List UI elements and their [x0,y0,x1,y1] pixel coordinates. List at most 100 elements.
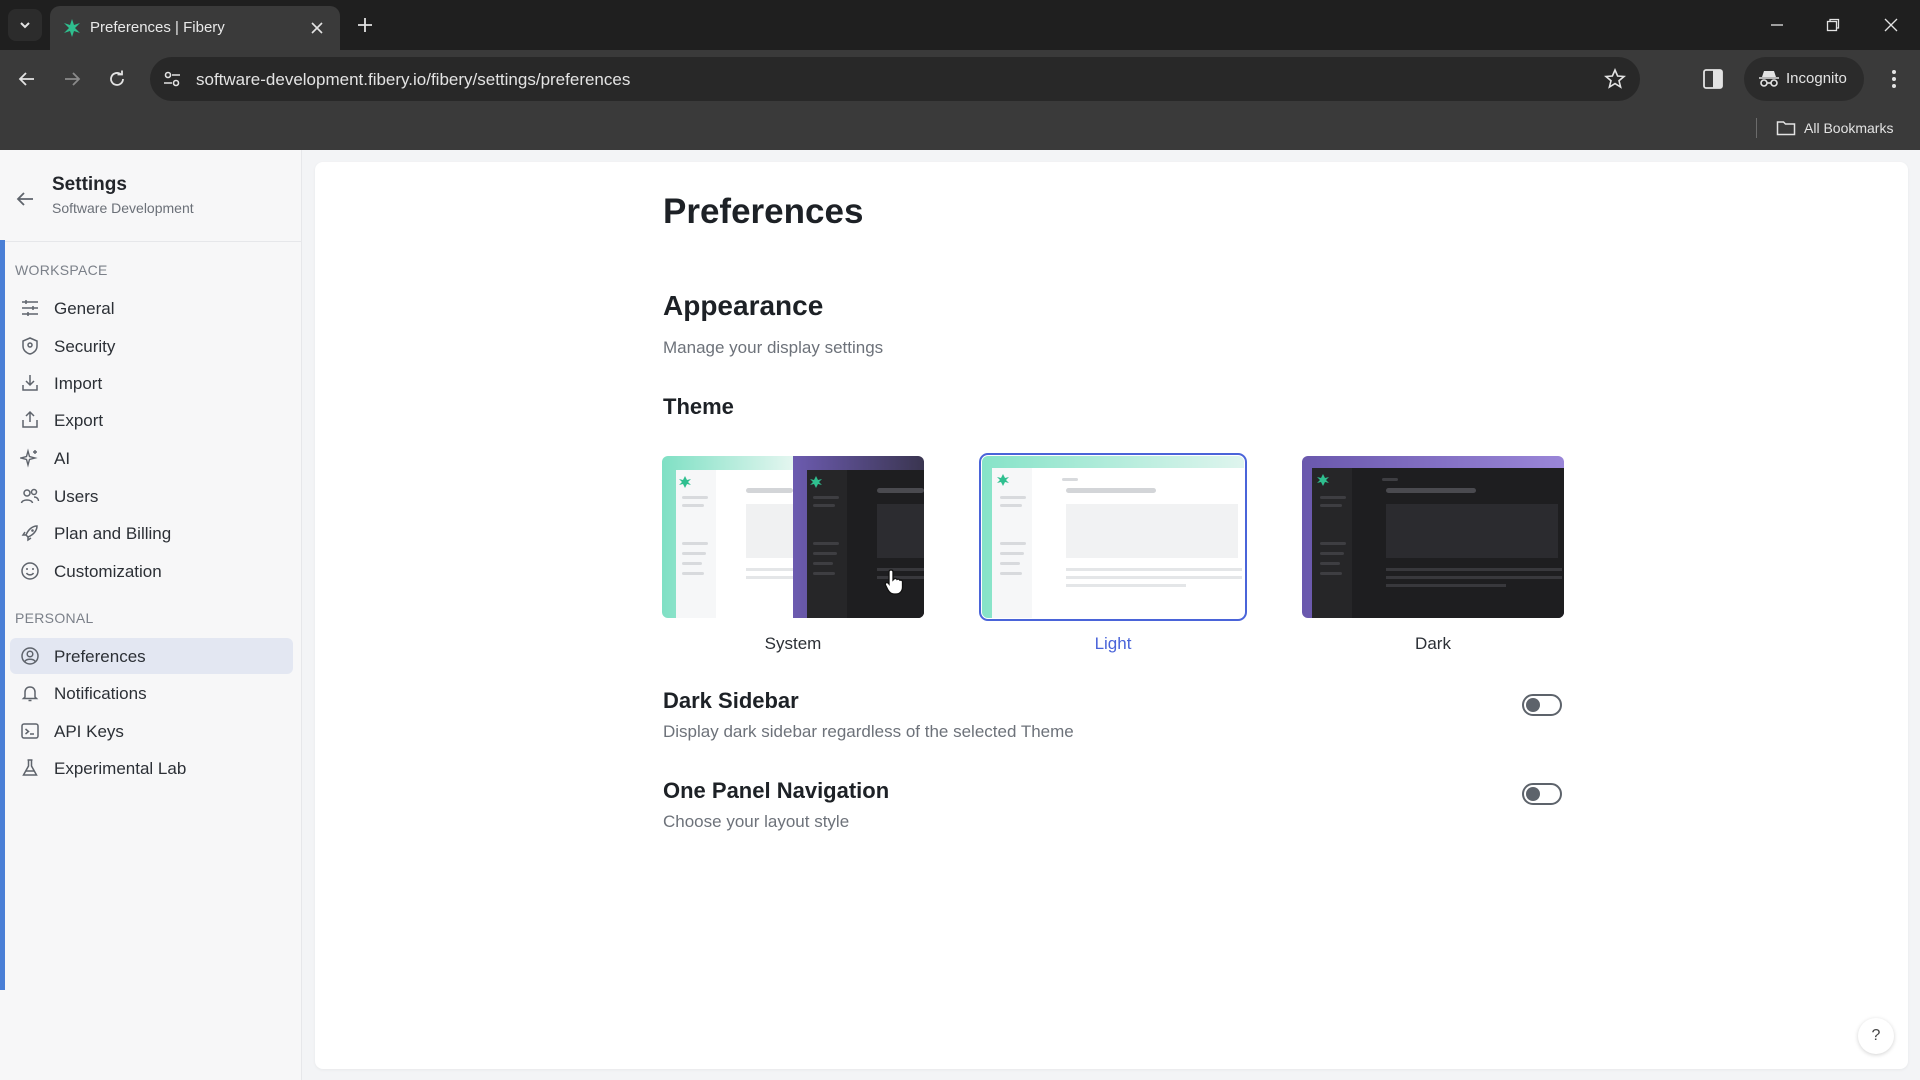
help-button[interactable]: ? [1858,1018,1894,1054]
site-settings-icon[interactable] [162,69,182,89]
browser-tab-strip: Preferences | Fibery [0,0,1920,50]
sidebar-item-label: AI [54,449,71,468]
address-bar[interactable]: software-development.fibery.io/fibery/se… [150,57,1640,101]
sidebar-item-ai[interactable]: AI [10,440,293,476]
terminal-icon [21,723,39,739]
user-circle-icon [21,647,39,665]
browser-menu-button[interactable] [1880,64,1908,94]
all-bookmarks-button[interactable]: All Bookmarks [1776,116,1893,140]
sidebar-item-plan-and-billing[interactable]: Plan and Billing [10,515,293,551]
dark-sidebar-toggle[interactable] [1522,694,1562,716]
back-button[interactable] [12,64,42,94]
minimize-button[interactable] [1762,10,1792,40]
minimize-icon [1771,24,1783,26]
reload-icon [110,70,124,86]
sidebar-item-preferences[interactable]: Preferences [10,638,293,674]
incognito-icon [1759,71,1779,87]
sidebar-item-api-keys[interactable]: API Keys [10,713,293,749]
import-icon [22,375,38,391]
smiley-icon [21,562,39,580]
sidebar-item-general[interactable]: General [10,290,293,326]
theme-heading: Theme [663,394,734,419]
sidebar-subtitle: Software Development [52,200,194,216]
sidebar-item-security[interactable]: Security [10,328,293,364]
incognito-label: Incognito [1786,70,1847,87]
dark-sidebar-title: Dark Sidebar [663,688,799,713]
users-icon [20,488,40,504]
restore-button[interactable] [1818,10,1848,40]
sidebar-item-label: Experimental Lab [54,759,187,778]
sparkle-icon [20,448,38,468]
toggle-knob [1526,698,1540,712]
plus-icon [358,18,372,32]
tab-title: Preferences | Fibery [90,19,225,36]
sidebar-item-users[interactable]: Users [10,478,293,514]
sidebar-item-experimental-lab[interactable]: Experimental Lab [10,750,293,786]
tab-close-button[interactable] [306,17,328,39]
more-vertical-icon [1892,70,1896,88]
sidebar-header: Settings Software Development [0,150,302,242]
section-heading-workspace: WORKSPACE [15,262,108,278]
sidebar-item-label: Plan and Billing [54,524,172,543]
export-icon [22,410,38,428]
sidebar-item-label: Users [54,487,99,506]
appearance-description: Manage your display settings [663,338,884,357]
fibery-logo-icon [64,19,80,37]
url-text: software-development.fibery.io/fibery/se… [196,70,631,89]
window-close-button[interactable] [1876,10,1906,40]
reload-button[interactable] [102,64,132,94]
hand-cursor-icon [884,569,904,595]
side-panel-icon[interactable] [1700,66,1726,92]
browser-tab-active[interactable]: Preferences | Fibery [50,6,340,50]
sidebar-title: Settings [52,174,127,195]
light-theme-preview [982,456,1244,618]
sidebar-item-import[interactable]: Import [10,365,293,401]
sidebar-item-export[interactable]: Export [10,402,293,438]
theme-card-light[interactable] [979,453,1247,621]
star-icon[interactable] [1604,68,1626,90]
incognito-badge[interactable]: Incognito [1744,57,1864,101]
section-heading-personal: PERSONAL [15,610,94,626]
settings-sidebar: Settings Software Development WORKSPACE … [0,150,302,1080]
shield-icon [22,337,38,355]
arrow-left-icon [18,72,34,86]
browser-toolbar: software-development.fibery.io/fibery/se… [0,50,1920,108]
sidebar-item-label: Notifications [54,684,147,703]
new-tab-button[interactable] [352,12,378,38]
sidebar-item-customization[interactable]: Customization [10,553,293,589]
one-panel-navigation-title: One Panel Navigation [663,778,890,803]
preferences-panel: Preferences Appearance Manage your displ… [315,162,1908,1069]
theme-card-dark[interactable] [1302,456,1564,618]
sliders-icon [22,300,38,316]
dark-theme-preview [1302,456,1564,618]
sidebar-accent-stripe [0,240,5,990]
rocket-icon [21,525,38,542]
close-icon [1884,18,1898,32]
forward-button[interactable] [57,64,87,94]
arrow-left-icon[interactable] [14,188,36,210]
appearance-heading: Appearance [663,290,824,321]
chevron-down-icon [20,22,30,29]
theme-label-system: System [764,634,822,653]
sidebar-item-label: Security [54,337,116,356]
toggle-knob [1526,787,1540,801]
one-panel-navigation-toggle[interactable] [1522,783,1562,805]
flask-icon [22,759,38,776]
bookmarks-divider [1756,118,1757,138]
sidebar-item-label: Customization [54,562,162,581]
page-title: Preferences [663,192,864,231]
restore-icon [1826,18,1840,32]
fibery-app: Settings Software Development WORKSPACE … [0,150,1920,1080]
folder-icon [1776,121,1796,136]
sidebar-item-label: Preferences [54,647,146,666]
all-bookmarks-label: All Bookmarks [1804,120,1894,136]
close-icon [311,22,323,34]
sidebar-item-notifications[interactable]: Notifications [10,675,293,711]
bell-icon [21,686,39,702]
sidebar-item-label: General [54,299,115,318]
tab-search-button[interactable] [8,9,42,41]
arrow-right-icon [65,72,81,86]
sidebar-item-label: API Keys [54,722,124,741]
theme-label-light: Light [1094,634,1132,653]
bookmarks-bar: All Bookmarks [0,108,1920,150]
